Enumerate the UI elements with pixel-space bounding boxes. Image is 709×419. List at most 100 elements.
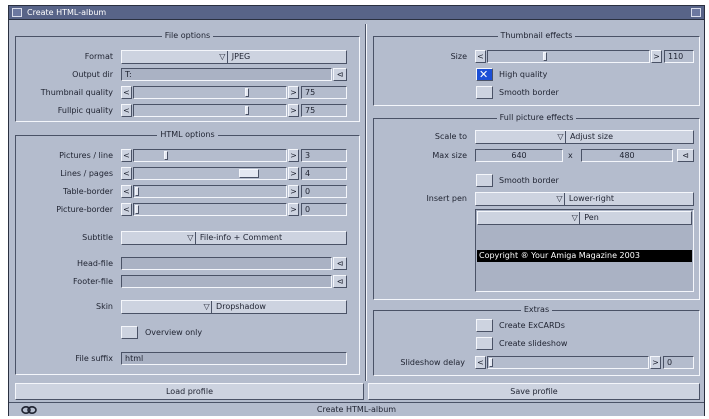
picture-border-label: Picture-border: [56, 205, 113, 214]
format-label: Format: [84, 52, 113, 61]
slideshow-delay-left-arrow[interactable]: <: [475, 356, 486, 369]
copyright-text-row[interactable]: Copyright ® Your Amiga Magazine 2003: [477, 250, 692, 262]
fullpic-quality-value[interactable]: 75: [301, 104, 347, 117]
picture-border-right-arrow[interactable]: >: [288, 203, 299, 216]
high-quality-checkbox[interactable]: ✕: [476, 68, 493, 81]
fullpic-quality-left-arrow[interactable]: <: [121, 104, 132, 117]
slider-knob[interactable]: [244, 88, 249, 97]
slideshow-delay-value[interactable]: 0: [663, 356, 694, 369]
max-height-field[interactable]: 480: [581, 149, 673, 162]
checkmark-icon: ✕: [479, 68, 489, 81]
thumb-size-value[interactable]: 110: [664, 50, 694, 63]
slider-knob[interactable]: [489, 358, 493, 367]
footer-file-label: Footer-file: [72, 277, 113, 286]
slider-knob[interactable]: [164, 151, 169, 160]
pictures-line-slider[interactable]: [133, 149, 287, 162]
footer-file-field[interactable]: [121, 275, 332, 288]
title-bar[interactable]: Create HTML-album: [9, 6, 704, 20]
cycle-icon: ▽: [186, 232, 196, 244]
load-profile-button[interactable]: Load profile: [15, 383, 364, 400]
lines-page-slider[interactable]: [133, 167, 287, 180]
pictures-line-left-arrow[interactable]: <: [121, 149, 132, 162]
thumb-size-right-arrow[interactable]: >: [651, 50, 662, 63]
footer-file-popup-icon[interactable]: ⊲: [333, 275, 347, 288]
table-border-slider[interactable]: [133, 185, 287, 198]
overview-only-checkbox[interactable]: [121, 326, 138, 339]
cycle-icon: ▽: [555, 193, 565, 205]
create-slideshow-label: Create slideshow: [499, 339, 568, 348]
head-file-field[interactable]: [121, 257, 332, 270]
table-border-left-arrow[interactable]: <: [121, 185, 132, 198]
slideshow-delay-label: Slideshow delay: [400, 358, 465, 367]
pen-listbox[interactable]: ▽ Pen Copyright ® Your Amiga Magazine 200…: [475, 209, 694, 292]
status-text: Create HTML-album: [316, 405, 397, 414]
lines-page-left-arrow[interactable]: <: [121, 167, 132, 180]
picture-border-slider[interactable]: [133, 203, 287, 216]
thumbnail-quality-value[interactable]: 75: [301, 86, 347, 99]
format-cycle-button[interactable]: ▽ JPEG: [121, 50, 347, 64]
thumbnail-quality-left-arrow[interactable]: <: [121, 86, 132, 99]
cycle-icon: ▽: [218, 51, 228, 63]
insert-pen-cycle-button[interactable]: ▽ Lower-right: [475, 192, 694, 206]
skin-value: Dropshadow: [216, 302, 266, 311]
high-quality-label: High quality: [499, 70, 548, 79]
thumb-smooth-border-checkbox[interactable]: [476, 86, 493, 99]
lines-page-right-arrow[interactable]: >: [288, 167, 299, 180]
scale-to-label: Scale to: [434, 132, 467, 141]
slider-knob[interactable]: [543, 52, 548, 61]
table-border-right-arrow[interactable]: >: [288, 185, 299, 198]
picture-border-left-arrow[interactable]: <: [121, 203, 132, 216]
full-smooth-border-label: Smooth border: [499, 176, 559, 185]
create-excards-checkbox[interactable]: [476, 319, 493, 332]
head-file-label: Head-file: [77, 259, 113, 268]
output-dir-popup-icon[interactable]: ⊲: [333, 68, 347, 81]
full-picture-effects-heading: Full picture effects: [496, 113, 577, 122]
thumb-size-label: Size: [450, 52, 467, 61]
file-suffix-field[interactable]: html: [121, 352, 347, 365]
fullpic-quality-label: Fullpic quality: [57, 106, 113, 115]
thumbnail-quality-slider[interactable]: [133, 86, 287, 99]
full-smooth-border-checkbox[interactable]: [476, 174, 493, 187]
slider-knob[interactable]: [239, 169, 259, 178]
overview-only-label: Overview only: [145, 328, 203, 337]
depth-gadget-icon[interactable]: [691, 8, 701, 17]
html-options-heading: HTML options: [157, 130, 218, 139]
slideshow-delay-slider[interactable]: [487, 356, 649, 369]
slider-knob[interactable]: [244, 106, 249, 115]
output-dir-label: Output dir: [72, 70, 113, 79]
pen-header-label: Pen: [584, 213, 599, 222]
slideshow-delay-right-arrow[interactable]: >: [650, 356, 661, 369]
thumb-smooth-border-label: Smooth border: [499, 88, 559, 97]
fullpic-quality-slider[interactable]: [133, 104, 287, 117]
fullpic-quality-right-arrow[interactable]: >: [288, 104, 299, 117]
save-profile-button[interactable]: Save profile: [368, 383, 700, 400]
format-value: JPEG: [231, 52, 251, 61]
max-width-field[interactable]: 640: [475, 149, 563, 162]
window-title: Create HTML-album: [27, 8, 107, 17]
create-slideshow-checkbox[interactable]: [476, 337, 493, 350]
table-border-value[interactable]: 0: [301, 185, 347, 198]
thumbnail-quality-right-arrow[interactable]: >: [288, 86, 299, 99]
cycle-icon: ▽: [202, 301, 213, 313]
picture-border-value[interactable]: 0: [301, 203, 347, 216]
lines-page-label: Lines / pages: [60, 169, 113, 178]
skin-cycle-button[interactable]: ▽ Dropshadow: [121, 300, 347, 314]
lines-page-value[interactable]: 4: [301, 167, 347, 180]
close-gadget-icon[interactable]: [12, 8, 22, 17]
pictures-line-value[interactable]: 3: [301, 149, 347, 162]
max-size-x-label: x: [568, 151, 573, 160]
pictures-line-right-arrow[interactable]: >: [288, 149, 299, 162]
thumb-size-slider[interactable]: [487, 50, 650, 63]
subtitle-cycle-button[interactable]: ▽ File-info + Comment: [121, 231, 347, 245]
head-file-popup-icon[interactable]: ⊲: [333, 257, 347, 270]
slider-knob[interactable]: [135, 205, 139, 214]
pen-header-button[interactable]: ▽ Pen: [477, 211, 692, 225]
extras-heading: Extras: [520, 305, 553, 314]
scale-to-cycle-button[interactable]: ▽ Adjust size: [475, 130, 694, 144]
html-album-window: Create HTML-album File options Format ▽ J…: [8, 5, 705, 416]
status-bar: Create HTML-album: [9, 402, 704, 416]
max-size-popup-icon[interactable]: ⊲: [677, 149, 694, 162]
thumb-size-left-arrow[interactable]: <: [475, 50, 486, 63]
slider-knob[interactable]: [135, 187, 139, 196]
output-dir-field[interactable]: T:: [121, 68, 332, 81]
